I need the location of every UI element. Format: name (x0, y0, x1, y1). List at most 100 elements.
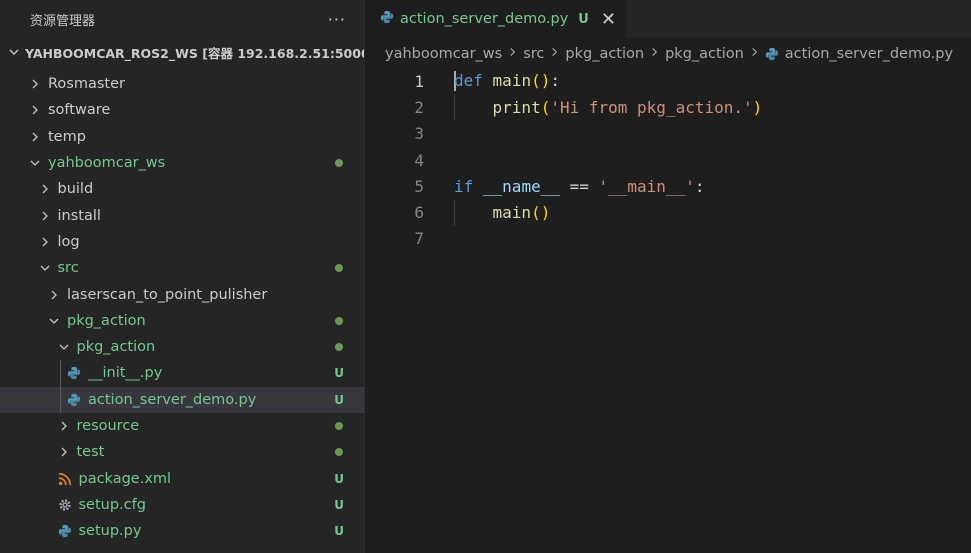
tree-item-label: temp (48, 128, 86, 145)
editor-area: action_server_demo.py U ✕ yahboomcar_ws s… (366, 0, 971, 553)
tree-item[interactable]: resource (0, 413, 364, 439)
tree-item[interactable]: log (0, 229, 364, 255)
tree-item-label: setup.cfg (78, 496, 146, 513)
tree-item[interactable]: package.xml U (0, 465, 364, 491)
tree-item-label: action_server_demo.py (88, 391, 257, 408)
code-token: main (492, 203, 532, 223)
python-icon (66, 365, 82, 381)
tree-item[interactable]: pkg_action (0, 308, 364, 334)
workspace-header[interactable]: YAHBOOMCAR_ROS2_WS [容器 192.168.2.51:5000… (0, 38, 364, 66)
code-line: 3 (366, 121, 971, 147)
code-line: 2 print('Hi from pkg_action.') (366, 94, 971, 121)
breadcrumb-segment[interactable]: action_server_demo.py (785, 46, 953, 62)
status-badge: U (334, 392, 344, 407)
tree-item[interactable]: __init__.py U (0, 360, 364, 387)
tree-item[interactable]: test (0, 439, 364, 465)
tree-item[interactable]: Rosmaster (0, 71, 364, 97)
tree-item-label: src (57, 260, 79, 277)
chevron-right-icon (508, 46, 517, 62)
breadcrumb-segment[interactable]: pkg_action (665, 46, 744, 62)
tree-item-label: pkg_action (76, 339, 156, 356)
tree-item-label: test (76, 444, 105, 461)
tree-item[interactable]: setup.py U (0, 518, 364, 544)
modified-dot (335, 159, 343, 168)
tree-item-label: Rosmaster (48, 76, 125, 93)
breadcrumb-segment[interactable]: pkg_action (565, 46, 644, 62)
chevron-right-icon (650, 46, 659, 62)
code-token: 'Hi from pkg_action.' (550, 97, 753, 117)
tab-bar: action_server_demo.py U ✕ (366, 0, 971, 38)
tree-item-label: resource (76, 418, 140, 434)
tree-item[interactable]: install (0, 202, 364, 228)
tree-item[interactable]: software (0, 97, 364, 123)
modified-dot (335, 343, 343, 352)
tree-item[interactable]: temp (0, 124, 364, 150)
tree-item[interactable]: build (0, 176, 364, 202)
tree-item-label: pkg_action (67, 312, 146, 329)
indent-guide (454, 199, 455, 226)
tree-item[interactable]: src (0, 255, 364, 281)
tree-item[interactable]: yahboomcar_ws (0, 150, 364, 176)
code-text: main() (454, 203, 551, 223)
python-icon (66, 392, 82, 408)
tree-item-label: software (48, 102, 111, 119)
line-number: 5 (414, 176, 424, 196)
code-token: main (492, 70, 532, 90)
chevron-right-icon (28, 131, 42, 143)
close-icon[interactable]: ✕ (601, 9, 616, 30)
code-editor[interactable]: 1 def main(): 2 print('Hi from pkg_action.… (366, 68, 971, 252)
chevron-down-icon (38, 263, 52, 273)
indent-guide (454, 94, 455, 121)
line-number: 6 (414, 203, 424, 223)
code-token: == (559, 176, 599, 196)
breadcrumb-segment[interactable]: src (523, 46, 544, 62)
chevron-down-icon (47, 316, 61, 326)
chevron-right-icon (38, 183, 52, 195)
chevron-right-icon (28, 78, 42, 90)
xml-icon (57, 471, 73, 487)
status-badge: U (334, 497, 344, 512)
code-line: 6 main() (366, 199, 971, 226)
tree-item[interactable]: action_server_demo.py U (0, 386, 364, 413)
chevron-right-icon (750, 46, 759, 62)
code-token: ( (540, 97, 551, 117)
tree-item-label: build (57, 181, 94, 198)
code-line: 4 (366, 147, 971, 173)
chevron-right-icon (38, 236, 52, 248)
indent-guide (60, 386, 61, 413)
gear-icon (57, 497, 73, 513)
modified-dot (335, 264, 343, 273)
tree-item[interactable]: pkg_action (0, 334, 364, 360)
code-token: print (492, 97, 541, 117)
python-icon (380, 10, 394, 28)
tree-item-label: yahboomcar_ws (48, 155, 166, 172)
tree-item-label: log (57, 233, 80, 250)
modified-dot (335, 422, 343, 430)
tab-action-server-demo[interactable]: action_server_demo.py U ✕ (366, 0, 627, 38)
explorer-header: 资源管理器 ··· (0, 0, 364, 38)
code-token: def (454, 70, 483, 90)
code-line: 5 if __name__ == '__main__': (366, 173, 971, 199)
modified-dot (335, 316, 343, 325)
tree-item-label: install (57, 207, 101, 224)
tab-status-badge: U (578, 11, 589, 27)
code-text: print('Hi from pkg_action.') (454, 97, 763, 117)
python-icon (765, 47, 779, 61)
breadcrumb-segment[interactable]: yahboomcar_ws (385, 46, 502, 62)
code-token: ) (752, 97, 763, 117)
line-number: 1 (414, 71, 424, 91)
explorer-title: 资源管理器 (30, 13, 96, 29)
code-token: if (454, 176, 474, 196)
status-badge: U (334, 524, 344, 539)
chevron-right-icon (28, 104, 42, 116)
tree-item[interactable]: setup.cfg U (0, 492, 364, 518)
tree-item-label: setup.py (78, 523, 142, 540)
code-token: () (531, 203, 551, 223)
tree-item[interactable]: laserscan_to_point_pulisher (0, 281, 364, 307)
more-actions-icon[interactable]: ··· (328, 10, 346, 29)
code-token: __name__ (482, 176, 560, 196)
modified-dot (335, 448, 343, 457)
status-badge: U (334, 471, 344, 486)
